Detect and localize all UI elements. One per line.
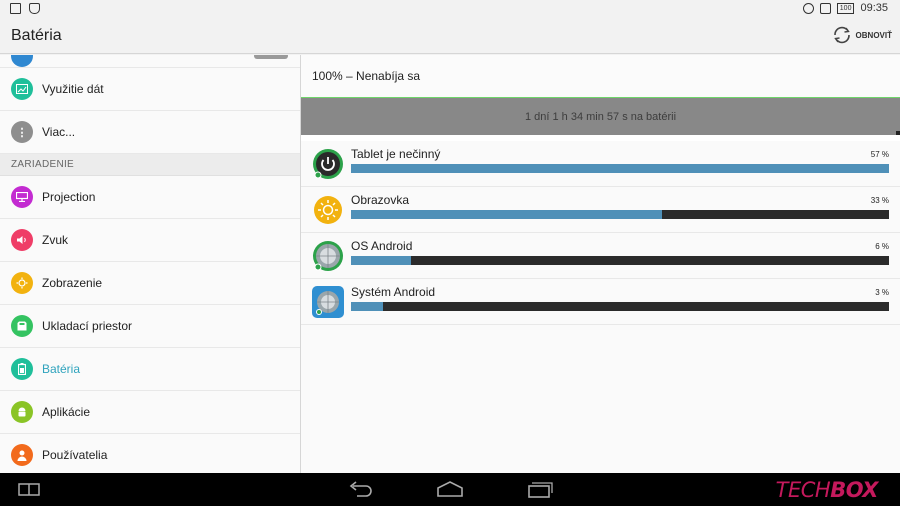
navigation-bar: TECHBOX: [0, 473, 900, 506]
android-system-icon: [312, 286, 344, 318]
usage-bar-fill: [351, 302, 384, 311]
settings-item-users[interactable]: Používatelia: [0, 434, 300, 473]
clock: 09:35: [860, 2, 888, 14]
screen-brightness-icon: [314, 196, 342, 224]
action-bar: Batéria OBNOVIŤ: [0, 18, 900, 54]
refresh-button[interactable]: OBNOVIŤ: [831, 24, 892, 46]
settings-item-label: Využitie dát: [42, 82, 104, 96]
settings-item-label: Batéria: [42, 362, 81, 376]
settings-item-label: Zobrazenie: [42, 276, 103, 290]
settings-item-label: Projection: [42, 190, 96, 204]
settings-item-more[interactable]: ⋮ Viac...: [0, 111, 300, 154]
usage-bar: [351, 210, 889, 219]
sync-status-icon: [802, 2, 814, 14]
usage-bar: [351, 256, 889, 265]
usage-item-percent: 3 %: [875, 288, 889, 297]
refresh-icon: [833, 26, 850, 44]
data-usage-icon: [11, 78, 33, 100]
settings-item-display[interactable]: Zobrazenie: [0, 262, 300, 305]
settings-item-label: Zvuk: [42, 233, 69, 247]
settings-list: Využitie dát ⋮ Viac... ZARIADENIE Projec…: [0, 55, 300, 473]
usage-item-android-os[interactable]: OS Android 6 %: [301, 233, 900, 279]
status-bar: 100 09:35: [0, 0, 900, 18]
graph-marker: [896, 131, 900, 135]
more-icon: ⋮: [11, 121, 33, 143]
toggle-switch[interactable]: [254, 55, 288, 59]
apps-icon: [11, 401, 33, 423]
usage-item-android-system[interactable]: Systém Android 3 %: [301, 279, 900, 325]
refresh-label: OBNOVIŤ: [855, 30, 892, 40]
battery-status-text: 100% – Nenabíja sa: [301, 55, 900, 97]
usage-item-idle[interactable]: Tablet je nečinný 57 %: [301, 141, 900, 187]
battery-status-icon: 100: [836, 2, 855, 14]
settings-item-label: Viac...: [42, 125, 76, 139]
image-notification-icon: [10, 3, 21, 14]
settings-item-label: Ukladací priestor: [42, 319, 133, 333]
usage-bar-fill: [351, 164, 889, 173]
usage-item-name: Tablet je nečinný: [351, 147, 441, 161]
settings-item-battery[interactable]: Batéria: [0, 348, 300, 391]
usage-item-screen[interactable]: Obrazovka 33 %: [301, 187, 900, 233]
home-icon[interactable]: [435, 479, 465, 499]
storage-icon: [11, 315, 33, 337]
usage-bar: [351, 164, 889, 173]
settings-item-label: Používatelia: [42, 448, 108, 462]
settings-item-data-usage[interactable]: Využitie dát: [0, 68, 300, 111]
partial-item-icon: [11, 55, 33, 67]
sound-icon: [11, 229, 33, 251]
usage-item-percent: 33 %: [870, 196, 889, 205]
list-item-partial[interactable]: [0, 55, 300, 68]
usage-bar: [351, 302, 889, 311]
users-icon: [11, 444, 33, 466]
settings-item-storage[interactable]: Ukladací priestor: [0, 305, 300, 348]
back-icon[interactable]: [345, 479, 375, 499]
techbox-watermark: TECHBOX: [775, 478, 879, 502]
android-os-icon: [313, 241, 343, 271]
orientation-status-icon: [819, 2, 831, 14]
battery-icon: [11, 358, 33, 380]
usage-item-name: Obrazovka: [351, 193, 410, 207]
power-icon: [313, 149, 343, 179]
settings-item-projection[interactable]: Projection: [0, 176, 300, 219]
usage-item-percent: 57 %: [870, 150, 889, 159]
mail-notification-icon: [29, 3, 40, 14]
usage-item-percent: 6 %: [875, 242, 889, 251]
display-icon: [11, 272, 33, 294]
graph-label: 1 dní 1 h 34 min 57 s na batérii: [524, 110, 677, 123]
usage-item-name: OS Android: [351, 239, 413, 253]
battery-history-graph[interactable]: 1 dní 1 h 34 min 57 s na batérii: [301, 97, 900, 135]
projection-icon: [11, 186, 33, 208]
multiwindow-icon[interactable]: [17, 479, 41, 499]
usage-bar-fill: [351, 210, 662, 219]
section-header-device: ZARIADENIE: [0, 154, 300, 176]
battery-detail-pane: 100% – Nenabíja sa 1 dní 1 h 34 min 57 s…: [301, 55, 900, 473]
settings-item-sound[interactable]: Zvuk: [0, 219, 300, 262]
recent-apps-icon[interactable]: [526, 479, 554, 499]
page-title: Batéria: [11, 27, 62, 44]
usage-item-name: Systém Android: [351, 285, 436, 299]
usage-bar-fill: [351, 256, 411, 265]
settings-item-label: Aplikácie: [42, 405, 91, 419]
settings-item-apps[interactable]: Aplikácie: [0, 391, 300, 434]
